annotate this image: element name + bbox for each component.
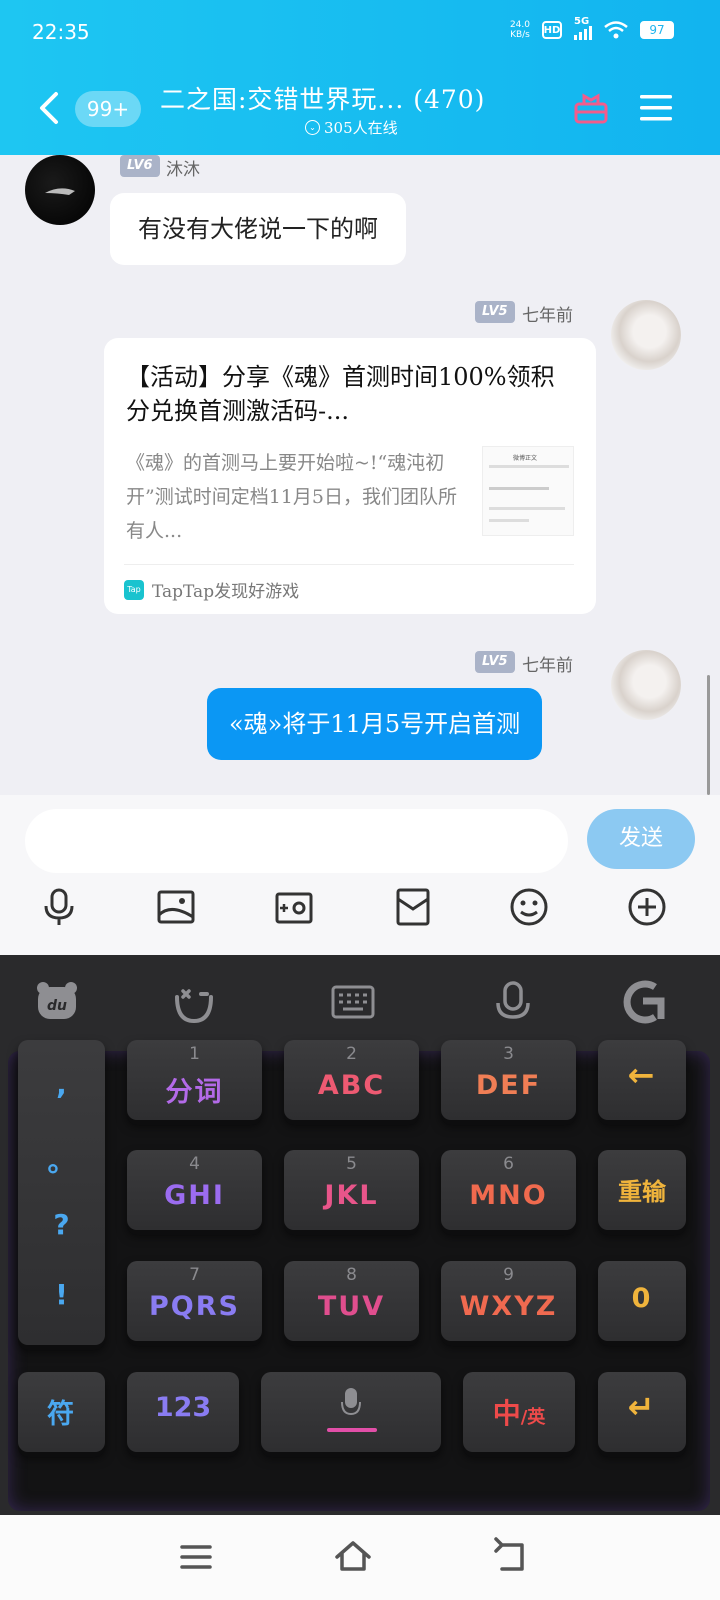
group-title: 二之国:交错世界玩... (470)	[160, 85, 486, 114]
menu-icon[interactable]	[638, 92, 674, 124]
microphone-icon[interactable]	[39, 887, 79, 927]
keyboard: du , 。 ? ! 1 分词 2 ABC 3 DEF ← 4 GHI 5 JK…	[0, 955, 720, 1515]
level-badge: LV5	[475, 651, 515, 673]
baidu-logo-icon[interactable]: du	[34, 979, 80, 1025]
plus-icon[interactable]	[627, 887, 667, 927]
input-bar: 发送	[0, 795, 720, 955]
network-speed: 24.0 KB/s	[509, 20, 530, 40]
key-8[interactable]: 8 TUV	[284, 1261, 419, 1341]
sender-name[interactable]: 七年前	[522, 651, 573, 676]
status-time: 22:35	[32, 20, 90, 44]
backspace-key[interactable]: ←	[598, 1040, 686, 1120]
numeric-key[interactable]: 123	[127, 1372, 239, 1452]
signal-icon: 5G	[574, 16, 592, 40]
key-5[interactable]: 5 JKL	[284, 1150, 419, 1230]
share-title: 【活动】分享《魂》首测时间100%领积分兑换首测激活码-...	[126, 363, 555, 425]
chat-header: 22:35 24.0 KB/s HD 5G 97 99+ 二之国:交错世界玩..…	[0, 0, 720, 155]
keyboard-icon[interactable]	[330, 979, 376, 1025]
scrollbar[interactable]	[707, 675, 710, 795]
back-nav-icon[interactable]	[490, 1537, 530, 1577]
key-6[interactable]: 6 MNO	[441, 1150, 576, 1230]
zero-key[interactable]: 0	[598, 1261, 686, 1341]
symbol-key[interactable]: 符	[18, 1372, 105, 1452]
online-count[interactable]: ⌄ 305人在线	[305, 117, 398, 138]
chevron-down-icon: ⌄	[305, 120, 320, 135]
battery-icon: 97	[640, 21, 674, 39]
question-key[interactable]: ?	[18, 1208, 105, 1241]
home-icon[interactable]	[333, 1537, 373, 1577]
reinput-key[interactable]: 重输	[598, 1150, 686, 1230]
back-icon[interactable]	[34, 88, 64, 128]
enter-key[interactable]: ↵	[598, 1372, 686, 1452]
space-key[interactable]	[261, 1372, 441, 1452]
language-switch-key[interactable]: 中/英	[463, 1372, 575, 1452]
emoji-face-icon[interactable]	[171, 979, 217, 1025]
gift-icon[interactable]	[573, 90, 609, 126]
exclamation-key[interactable]: !	[18, 1278, 105, 1311]
key-4[interactable]: 4 GHI	[127, 1150, 262, 1230]
period-key[interactable]: 。	[18, 1140, 105, 1180]
svg-text:du: du	[47, 998, 67, 1014]
system-icons: 24.0 KB/s HD 5G 97	[509, 16, 674, 40]
taptap-icon: Tap	[124, 579, 144, 600]
camera-icon[interactable]	[274, 887, 314, 927]
sender-name[interactable]: 沐沐	[166, 155, 200, 180]
comma-key[interactable]: ,	[18, 1068, 105, 1101]
avatar[interactable]	[611, 300, 681, 370]
level-badge: LV6	[120, 155, 160, 177]
message-bubble[interactable]: «魂»将于11月5号开启首测	[207, 688, 543, 760]
red-packet-icon[interactable]	[393, 887, 433, 927]
key-3[interactable]: 3 DEF	[441, 1040, 576, 1120]
image-icon[interactable]	[156, 887, 196, 927]
message-list[interactable]: LV6 沐沐 有没有大佬说一下的啊 LV5 七年前 【活动】分享《魂》首测时间1…	[0, 155, 720, 795]
send-button[interactable]: 发送	[587, 809, 695, 869]
level-badge: LV5	[475, 301, 515, 323]
message-input[interactable]	[25, 809, 568, 873]
key-1[interactable]: 1 分词	[127, 1040, 262, 1120]
avatar[interactable]	[25, 155, 95, 225]
sender-name[interactable]: 七年前	[522, 301, 573, 326]
share-thumbnail: 微博正文	[482, 446, 574, 536]
keyboard-toolbar: du	[0, 955, 720, 1050]
logitech-g-icon[interactable]	[619, 979, 665, 1025]
wifi-icon	[604, 21, 628, 39]
voice-input-icon[interactable]	[490, 979, 536, 1025]
space-indicator	[327, 1428, 377, 1432]
unread-badge[interactable]: 99+	[75, 91, 141, 127]
menu-nav-icon[interactable]	[176, 1537, 216, 1577]
share-source: Tap TapTap发现好游戏	[124, 564, 574, 602]
key-2[interactable]: 2 ABC	[284, 1040, 419, 1120]
punctuation-column[interactable]: , 。 ? !	[18, 1040, 105, 1345]
system-nav-bar	[0, 1515, 720, 1600]
share-card[interactable]: 【活动】分享《魂》首测时间100%领积分兑换首测激活码-... 《魂》的首测马上…	[104, 338, 596, 614]
message-bubble[interactable]: 有没有大佬说一下的啊	[110, 193, 406, 265]
emoji-icon[interactable]	[509, 887, 549, 927]
key-7[interactable]: 7 PQRS	[127, 1261, 262, 1341]
avatar[interactable]	[611, 650, 681, 720]
share-description: 《魂》的首测马上要开始啦~!“魂沌初开”测试时间定档11月5日，我们团队所有人.…	[126, 452, 457, 542]
hd-icon: HD	[542, 21, 562, 39]
key-9[interactable]: 9 WXYZ	[441, 1261, 576, 1341]
status-bar: 22:35 24.0 KB/s HD 5G 97	[0, 0, 720, 62]
microphone-icon	[341, 1388, 361, 1416]
